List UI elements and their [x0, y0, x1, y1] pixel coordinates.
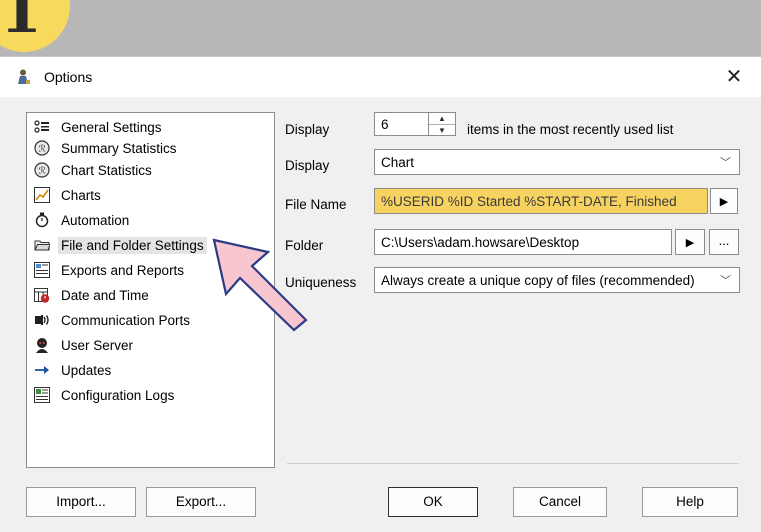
stepper-down-icon[interactable]: ▼ — [429, 125, 455, 136]
svg-text:ℛ: ℛ — [39, 145, 46, 155]
tree-item-automation[interactable]: Automation — [34, 209, 132, 231]
dialog-title: Options — [44, 69, 93, 85]
automation-icon — [35, 212, 49, 228]
tree-item-label: Summary Statistics — [61, 140, 177, 156]
cancel-button[interactable]: Cancel — [513, 487, 607, 517]
display-mode-select[interactable]: Chart ﹀ — [374, 149, 740, 175]
play-icon: ▶ — [719, 196, 729, 208]
general-settings-icon — [34, 120, 49, 133]
svg-text:ℛ: ℛ — [39, 167, 46, 177]
chevron-down-icon: ﹀ — [716, 272, 731, 288]
tree-item-label: Automation — [61, 212, 130, 228]
user-server-icon — [36, 338, 48, 353]
tree-item-user-server[interactable]: User Server — [34, 334, 136, 356]
display-mode-value: Chart — [381, 154, 415, 170]
tree-item-label: User Server — [61, 337, 134, 353]
tree-item-summary-statistics[interactable]: ℛ Summary Statistics — [34, 137, 180, 159]
tree-item-label: Chart Statistics — [61, 162, 152, 178]
file-name-value: %USERID %ID Started %START-DATE, Finishe… — [381, 193, 677, 209]
ok-button[interactable]: OK — [388, 487, 478, 517]
recent-count-value: 6 — [381, 116, 389, 132]
tree-item-label: File and Folder Settings — [58, 236, 207, 254]
app-icon — [18, 69, 30, 84]
recent-count-stepper[interactable]: ▲ ▼ — [428, 112, 456, 136]
stepper-up-icon[interactable]: ▲ — [429, 113, 455, 125]
file-name-insert-button[interactable]: ▶ — [710, 188, 738, 214]
tree-item-updates[interactable]: Updates — [34, 359, 114, 381]
pointer-arrow-icon — [212, 238, 308, 332]
tree-item-communication-ports[interactable]: Communication Ports — [34, 309, 193, 331]
tree-item-label: Updates — [61, 362, 112, 378]
charts-icon — [34, 187, 50, 203]
tree-item-file-and-folder-settings[interactable]: File and Folder Settings — [34, 234, 207, 256]
file-name-input[interactable]: %USERID %ID Started %START-DATE, Finishe… — [374, 188, 708, 214]
step-number: 1 — [0, 0, 42, 47]
log-icon — [34, 387, 50, 403]
folder-value: C:\Users\adam.howsare\Desktop — [381, 234, 580, 250]
tree-item-label: Charts — [61, 187, 101, 203]
port-icon — [35, 315, 49, 325]
arrow-right-icon — [35, 366, 49, 374]
options-dialog: Options ✕ General Settings ℛ Summary Sta… — [0, 56, 761, 532]
import-button[interactable]: Import... — [26, 487, 136, 517]
folder-input[interactable]: C:\Users\adam.howsare\Desktop — [374, 229, 672, 255]
folder-icon — [34, 240, 50, 251]
tree-item-general-settings[interactable]: General Settings — [34, 116, 165, 138]
tree-item-date-and-time[interactable]: Date and Time — [34, 284, 152, 306]
chevron-down-icon: ﹀ — [720, 157, 731, 169]
tree-item-label: Communication Ports — [61, 312, 191, 328]
tree-item-label: Configuration Logs — [61, 387, 175, 403]
tree-item-label: Date and Time — [61, 287, 149, 303]
separator — [287, 463, 739, 464]
dialog-body: General Settings ℛ Summary Statistics ℛ … — [0, 97, 761, 532]
close-button[interactable]: ✕ — [721, 64, 747, 90]
display-mode-label: Display — [285, 158, 330, 173]
uniqueness-value: Always create a unique copy of files (re… — [381, 272, 695, 288]
tree-item-exports-and-reports[interactable]: Exports and Reports — [34, 259, 187, 281]
file-name-label: File Name — [285, 197, 347, 212]
exports-icon — [34, 262, 50, 278]
tree-item-label: Exports and Reports — [61, 262, 185, 278]
recent-list-suffix: items in the most recently used list — [467, 122, 674, 137]
summary-statistics-icon: ℛ — [34, 140, 50, 156]
calendar-icon — [34, 288, 50, 303]
display-count-label: Display — [285, 122, 330, 137]
help-button[interactable]: Help — [642, 487, 738, 517]
tree-item-chart-statistics[interactable]: ℛ Chart Statistics — [34, 159, 155, 181]
play-icon: ▶ — [685, 237, 695, 249]
chart-statistics-icon: ℛ — [34, 162, 50, 178]
title-bar: Options ✕ — [0, 57, 761, 97]
folder-insert-button[interactable]: ▶ — [675, 229, 705, 255]
tree-item-configuration-logs[interactable]: Configuration Logs — [34, 384, 177, 406]
tree-item-charts[interactable]: Charts — [34, 184, 104, 206]
tree-item-label: General Settings — [61, 119, 162, 135]
recent-count-input[interactable]: 6 — [374, 112, 429, 136]
export-button[interactable]: Export... — [146, 487, 256, 517]
browse-button[interactable]: ... — [709, 229, 739, 255]
uniqueness-select[interactable]: Always create a unique copy of files (re… — [374, 267, 740, 293]
